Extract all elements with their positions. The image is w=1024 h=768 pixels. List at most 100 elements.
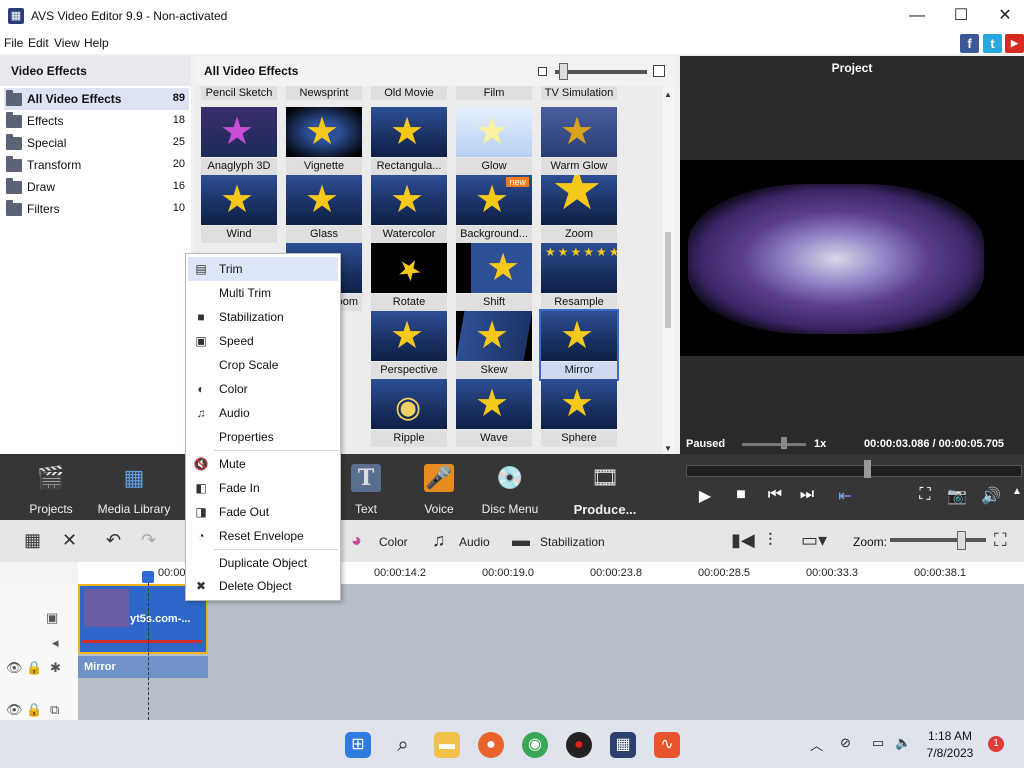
audio-mixer-icon[interactable]: ⫶ xyxy=(768,530,773,551)
menu-item-properties[interactable]: Properties xyxy=(188,425,338,449)
chrome-icon[interactable]: ◉ xyxy=(522,732,548,758)
effect-rotate[interactable]: ★ Rotate xyxy=(371,243,447,311)
youtube-icon[interactable]: ▶ xyxy=(1005,34,1024,53)
eye-icon[interactable]: 👁 xyxy=(6,660,23,676)
twitter-icon[interactable]: t xyxy=(983,34,1002,53)
effect-tv-simulation[interactable]: TV Simulation xyxy=(541,86,617,100)
snapshot-icon[interactable]: 📷 xyxy=(944,486,970,506)
storyboard-icon[interactable]: ▦ xyxy=(24,530,41,551)
windows-start-icon[interactable]: ⊞ xyxy=(345,732,371,758)
split-clip-icon[interactable]: ▮◀ xyxy=(731,530,755,551)
disc-menu-button[interactable]: 💿 Disc Menu xyxy=(465,462,555,518)
menu-item-audio[interactable]: ♫ Audio xyxy=(188,401,338,425)
stabilization-button[interactable]: Stabilization xyxy=(540,535,605,549)
lock-icon[interactable]: 🔒 xyxy=(26,660,42,676)
projects-button[interactable]: 🎬 Projects xyxy=(6,462,96,518)
effect-anaglyph-3d[interactable]: ★ Anaglyph 3D xyxy=(201,107,277,175)
category-filters[interactable]: Filters 10 xyxy=(4,198,189,220)
playhead-handle[interactable] xyxy=(142,571,154,583)
camera-icon[interactable]: ▬ xyxy=(512,530,530,551)
search-icon[interactable]: ⌕ xyxy=(390,732,416,758)
minimize-button[interactable]: — xyxy=(894,0,940,32)
display-mode-icon[interactable]: ▭▾ xyxy=(801,530,827,551)
effect-clip[interactable]: Mirror xyxy=(78,656,208,678)
facebook-icon[interactable]: f xyxy=(960,34,979,53)
effect-resample[interactable]: ★★★★★★★★★★★★★★★ Resample xyxy=(541,243,617,311)
close-button[interactable]: ✕ xyxy=(982,0,1024,32)
menu-view[interactable]: View xyxy=(54,36,80,50)
produce-button[interactable]: 🎞 Produce... xyxy=(560,462,650,518)
previous-frame-icon[interactable]: ⏮ xyxy=(762,486,788,504)
speed-slider[interactable] xyxy=(742,443,806,446)
delete-icon[interactable]: ✕ xyxy=(62,530,77,551)
effect-pencil-sketch[interactable]: Pencil Sketch xyxy=(201,86,277,100)
thumb-size-handle[interactable] xyxy=(559,63,568,80)
effect-newsprint[interactable]: Newsprint xyxy=(286,86,362,100)
effect-watercolor[interactable]: ★ Watercolor xyxy=(371,175,447,243)
scroll-down-icon[interactable]: ▼ xyxy=(664,444,672,453)
grid-scrollbar-thumb[interactable] xyxy=(665,232,671,328)
split-icon[interactable]: ⇤ xyxy=(832,486,858,506)
effect-wave[interactable]: ★ Wave xyxy=(456,379,532,447)
clock-time[interactable]: 1:18 AM xyxy=(920,729,980,743)
effect-skew[interactable]: ★ Skew xyxy=(456,311,532,379)
audio-note-icon[interactable]: ♫ xyxy=(432,530,446,551)
menu-item-duplicate-object[interactable]: Duplicate Object xyxy=(188,551,338,575)
zoom-slider[interactable] xyxy=(890,538,986,542)
menu-item-reset-envelope[interactable]: ◔ Reset Envelope xyxy=(188,524,338,548)
effect-background[interactable]: ★ new Background... xyxy=(456,175,532,243)
speed-slider-handle[interactable] xyxy=(781,437,787,449)
effect-sphere[interactable]: ★ Sphere xyxy=(541,379,617,447)
zoom-handle[interactable] xyxy=(957,531,966,550)
maximize-button[interactable]: ☐ xyxy=(938,0,984,32)
menu-item-stabilization[interactable]: ■ Stabilization xyxy=(188,305,338,329)
clock-date[interactable]: 7/8/2023 xyxy=(920,746,980,760)
undo-icon[interactable]: ↶ xyxy=(106,530,121,551)
eye-icon[interactable]: 👁 xyxy=(6,702,23,718)
category-draw[interactable]: Draw 16 xyxy=(4,176,189,198)
record-icon[interactable]: ● xyxy=(566,732,592,758)
color-icon[interactable]: ◕ xyxy=(351,530,362,551)
mute-track-icon[interactable]: ◂ xyxy=(52,635,59,651)
menu-help[interactable]: Help xyxy=(84,36,109,50)
menu-item-mute[interactable]: 🔇 Mute xyxy=(188,452,338,476)
category-effects[interactable]: Effects 18 xyxy=(4,110,189,132)
lock-icon[interactable]: 🔒 xyxy=(26,702,42,718)
menu-item-fade-in[interactable]: ◧ Fade In xyxy=(188,476,338,500)
speaker-icon[interactable]: 🔈 xyxy=(895,735,911,751)
menu-item-crop-scale[interactable]: Crop Scale xyxy=(188,353,338,377)
audio-button[interactable]: Audio xyxy=(459,535,490,549)
track-area[interactable] xyxy=(78,584,1024,720)
effect-film[interactable]: Film xyxy=(456,86,532,100)
firefox-icon[interactable]: ● xyxy=(478,732,504,758)
chevron-up-icon[interactable]: ︿ xyxy=(810,735,823,754)
seek-handle[interactable] xyxy=(864,460,871,478)
effect-ripple[interactable]: ◉ Ripple xyxy=(371,379,447,447)
effect-old-movie[interactable]: Old Movie xyxy=(371,86,447,100)
effect-vignette[interactable]: ★ Vignette xyxy=(286,107,362,175)
effect-shift[interactable]: ★ Shift xyxy=(456,243,532,311)
large-thumb-size-icon[interactable] xyxy=(653,65,665,77)
menu-item-delete-object[interactable]: ✖ Delete Object xyxy=(188,574,338,598)
menu-item-trim[interactable]: ▤ Trim xyxy=(188,257,338,281)
effect-rectangular[interactable]: ★ Rectangula... xyxy=(371,107,447,175)
menu-edit[interactable]: Edit xyxy=(28,36,49,50)
notification-badge[interactable]: 1 xyxy=(988,736,1004,752)
media-library-button[interactable]: ▦ Media Library xyxy=(89,462,179,518)
effect-perspective[interactable]: ★ Perspective xyxy=(371,311,447,379)
display-icon[interactable]: ▭ xyxy=(872,735,884,751)
fit-timeline-icon[interactable]: ⛶ xyxy=(994,530,1007,551)
small-thumb-size-icon[interactable] xyxy=(538,67,547,76)
thumb-size-slider[interactable] xyxy=(555,70,647,74)
audio-editor-icon[interactable]: ∿ xyxy=(654,732,680,758)
redo-icon[interactable]: ↷ xyxy=(141,530,156,551)
stop-icon[interactable]: ■ xyxy=(728,486,754,504)
effect-zoom[interactable]: ★ Zoom xyxy=(541,175,617,243)
fullscreen-icon[interactable]: ⛶ xyxy=(912,486,938,504)
category-all-video-effects[interactable]: All Video Effects 89 xyxy=(4,88,189,110)
network-icon[interactable]: ⊘ xyxy=(840,735,851,751)
menu-file[interactable]: File xyxy=(4,36,23,50)
play-icon[interactable]: ▶ xyxy=(692,486,718,506)
menu-item-speed[interactable]: ▣ Speed xyxy=(188,329,338,353)
menu-item-multi-trim[interactable]: Multi Trim xyxy=(188,281,338,305)
